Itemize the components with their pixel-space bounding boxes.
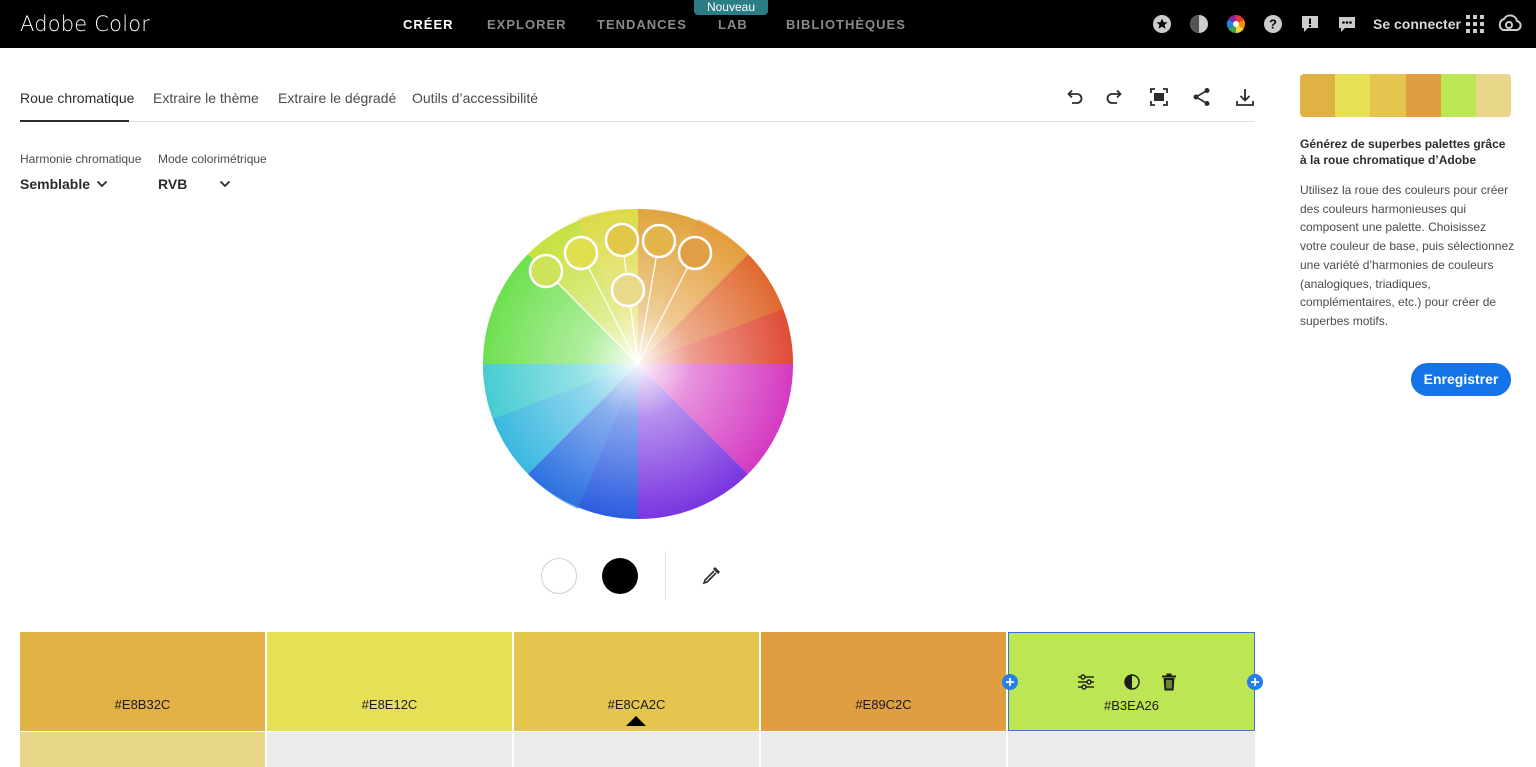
color-palette: #E8B32C #E8E12C #E8CA2C #E89C2C #B3EA26 [20, 632, 1255, 732]
save-button[interactable]: Enregistrer [1411, 363, 1511, 396]
sidebar-description: Utilisez la roue des couleurs pour créer… [1300, 183, 1515, 328]
controls-divider [665, 551, 666, 599]
color-wheel-icon[interactable] [1226, 14, 1246, 34]
color-wheel[interactable] [483, 209, 793, 519]
tab-extract-theme[interactable]: Extraire le thème [153, 90, 259, 106]
creative-cloud-icon[interactable] [1496, 14, 1522, 34]
nav-libraries[interactable]: BIBLIOTHÈQUES [786, 17, 906, 32]
redo-icon[interactable] [1104, 86, 1126, 108]
new-badge: Nouveau [694, 0, 768, 15]
tab-color-wheel[interactable]: Roue chromatique [20, 90, 134, 106]
nav-create[interactable]: CRÉER [403, 17, 454, 32]
harmony-dropdown[interactable]: Semblable [20, 176, 90, 192]
base-color-handle[interactable] [604, 222, 640, 258]
apps-grid-icon[interactable] [1465, 14, 1485, 34]
svg-text:?: ? [1269, 17, 1277, 32]
hex-label[interactable]: #B3EA26 [1009, 698, 1254, 713]
hex-label[interactable]: #E8E12C [267, 697, 512, 712]
active-tab-indicator [20, 120, 129, 122]
nav-explore[interactable]: EXPLORER [487, 17, 567, 32]
sliders-icon[interactable] [1077, 673, 1095, 691]
undo-icon[interactable] [1063, 86, 1085, 108]
preview-swatch [1335, 74, 1371, 117]
contrast-icon[interactable] [1189, 14, 1209, 34]
white-point-button[interactable] [541, 558, 577, 594]
preview-swatch [1300, 74, 1336, 117]
add-color-right-icon[interactable] [1247, 674, 1263, 690]
feedback-icon[interactable] [1300, 14, 1320, 34]
palette-swatch[interactable]: #E89C2C [761, 632, 1006, 731]
color-handle[interactable] [641, 223, 677, 259]
empty-swatch [267, 732, 512, 767]
base-color-marker-icon [626, 716, 646, 726]
add-color-left-icon[interactable] [1002, 674, 1018, 690]
contrast-icon[interactable] [1124, 674, 1140, 690]
tab-extract-gradient[interactable]: Extraire le dégradé [278, 90, 396, 106]
color-handle[interactable] [610, 272, 646, 308]
empty-swatch [761, 732, 1006, 767]
sign-in-link[interactable]: Se connecter [1373, 16, 1461, 32]
color-handle[interactable] [677, 235, 713, 271]
palette-preview [1300, 74, 1511, 117]
chat-icon[interactable] [1337, 14, 1357, 34]
chevron-down-icon[interactable] [219, 178, 231, 190]
app-title[interactable]: Adobe Color [20, 12, 150, 36]
tabs-divider [20, 121, 1254, 122]
hex-label[interactable]: #E8B32C [20, 697, 265, 712]
preview-swatch [1405, 74, 1441, 117]
palette-swatch[interactable]: #E8B32C [20, 632, 265, 731]
selected-palette-swatch[interactable]: #B3EA26 [1008, 632, 1255, 731]
share-icon[interactable] [1191, 86, 1213, 108]
color-handle[interactable] [563, 235, 599, 271]
tab-accessibility-tools[interactable]: Outils d’accessibilité [412, 90, 538, 106]
color-handle[interactable] [528, 253, 564, 289]
preview-swatch [1440, 74, 1476, 117]
palette-swatch[interactable]: #E8E12C [267, 632, 512, 731]
eyedropper-icon[interactable] [700, 563, 724, 587]
top-navigation-bar: Adobe Color CRÉER EXPLORER TENDANCES LAB… [0, 0, 1536, 48]
base-palette-swatch[interactable]: #E8CA2C [514, 632, 759, 731]
download-icon[interactable] [1234, 86, 1256, 108]
sidebar-heading: Générez de superbes palettes grâce à la … [1300, 137, 1506, 167]
empty-swatch [514, 732, 759, 767]
hex-label[interactable]: #E8CA2C [514, 697, 759, 712]
color-mode-dropdown[interactable]: RVB [158, 176, 187, 192]
hex-label[interactable]: #E89C2C [761, 697, 1006, 712]
palette-swatch[interactable] [20, 732, 265, 767]
color-mode-label: Mode colorimétrique [158, 152, 267, 166]
preview-swatch [1370, 74, 1406, 117]
black-point-button[interactable] [602, 558, 638, 594]
harmony-label: Harmonie chromatique [20, 152, 142, 166]
nav-lab[interactable]: LAB [718, 17, 748, 32]
star-icon[interactable] [1152, 14, 1172, 34]
empty-swatch [1008, 732, 1255, 767]
preview-swatch [1475, 74, 1511, 117]
nav-trends[interactable]: TENDANCES [597, 17, 687, 32]
help-icon[interactable]: ? [1263, 14, 1283, 34]
fullscreen-icon[interactable] [1148, 86, 1170, 108]
trash-icon[interactable] [1161, 673, 1177, 691]
chevron-down-icon[interactable] [96, 178, 108, 190]
